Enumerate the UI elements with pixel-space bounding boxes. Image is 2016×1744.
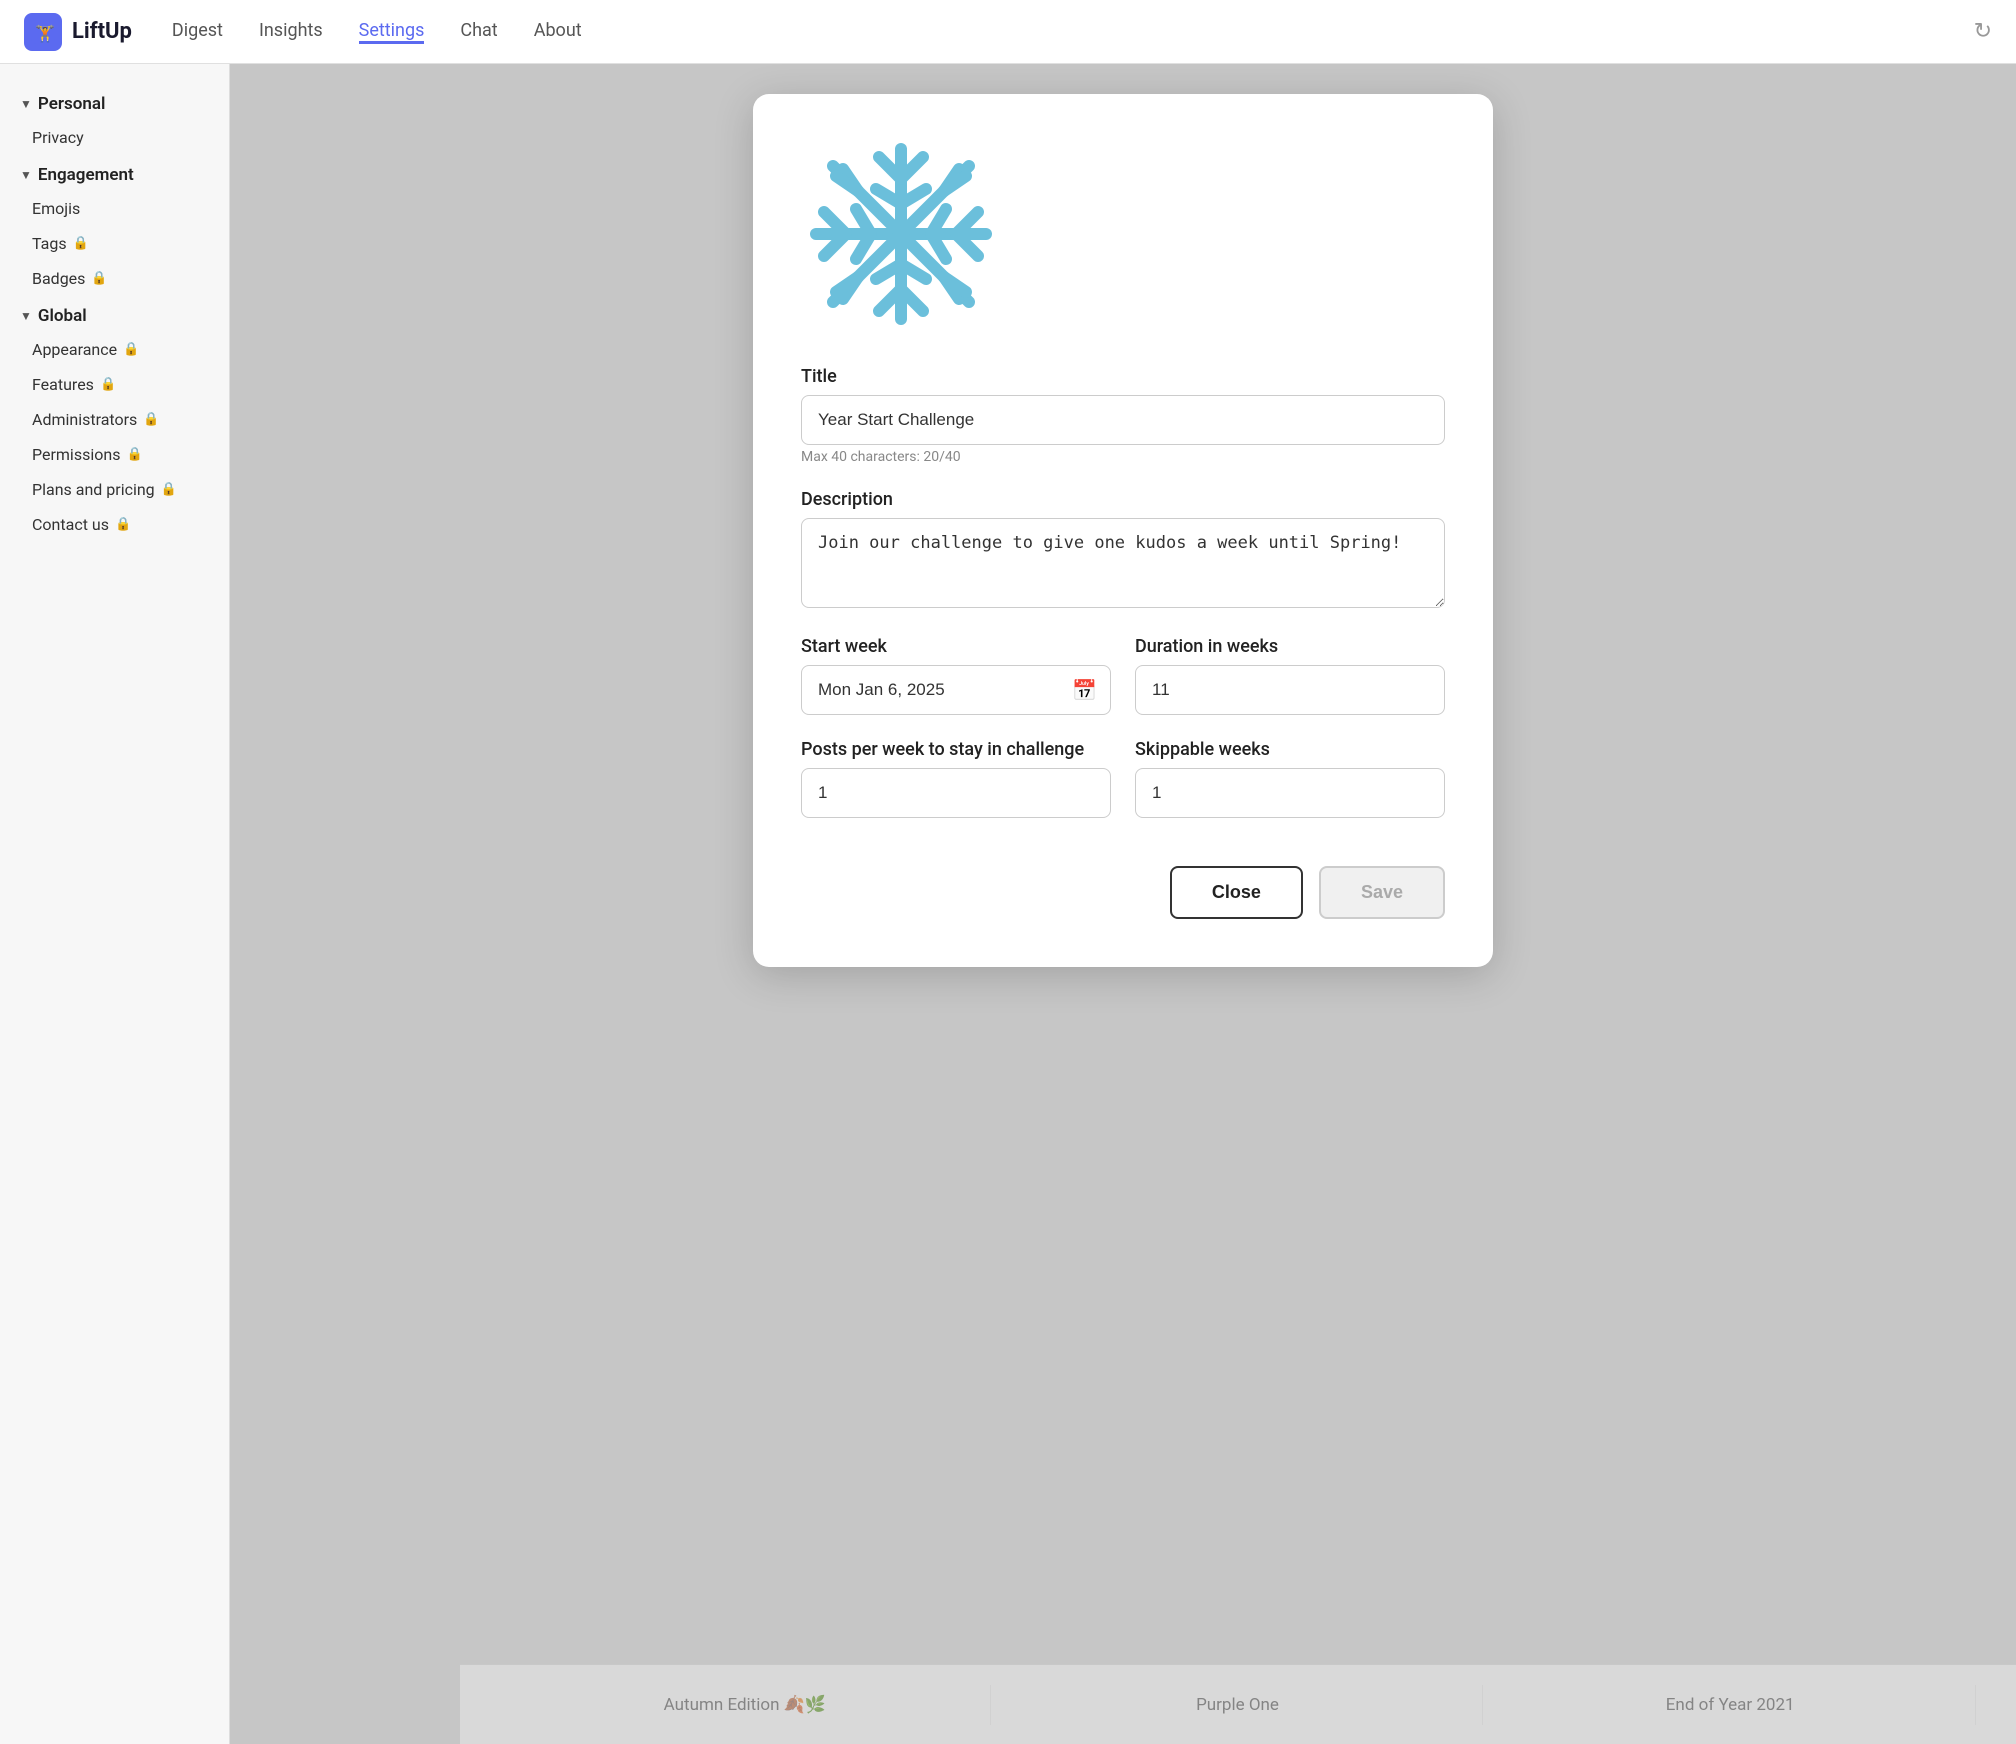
contact-lock-icon: 🔒 [115,517,131,532]
skippable-weeks-input[interactable] [1135,768,1445,818]
description-label: Description [801,489,1445,510]
start-week-group: Start week 📅 [801,636,1111,715]
personal-label: Personal [38,94,105,114]
page-layout: ▼ Personal Privacy ▼ Engagement Emojis T… [0,64,2016,1744]
char-count: Max 40 characters: 20/40 [801,449,1445,465]
main-content: Title Max 40 characters: 20/40 Descripti… [230,64,2016,1744]
sidebar-item-administrators[interactable]: Administrators 🔒 [0,402,229,437]
features-lock-icon: 🔒 [100,377,116,392]
permissions-label: Permissions [32,445,120,464]
posts-per-week-group: Posts per week to stay in challenge [801,739,1111,818]
sidebar-section-global[interactable]: ▼ Global [0,296,229,332]
sidebar-item-contact-us[interactable]: Contact us 🔒 [0,507,229,542]
skippable-weeks-group: Skippable weeks [1135,739,1445,818]
title-label: Title [801,366,1445,387]
administrators-label: Administrators [32,410,137,429]
logo-text: LiftUp [72,19,132,44]
contact-us-label: Contact us [32,515,109,534]
plans-lock-icon: 🔒 [161,482,177,497]
duration-label: Duration in weeks [1135,636,1445,657]
personal-arrow: ▼ [20,97,32,111]
global-label: Global [38,306,87,326]
nav-items: Digest Insights Settings Chat About [172,20,582,44]
top-nav: 🏋 LiftUp Digest Insights Settings Chat A… [0,0,2016,64]
tags-lock-icon: 🔒 [73,236,89,251]
title-form-group: Title Max 40 characters: 20/40 [801,366,1445,465]
app-logo[interactable]: 🏋 LiftUp [24,13,132,51]
start-week-input-wrapper: 📅 [801,665,1111,715]
logo-icon: 🏋 [24,13,62,51]
plans-and-pricing-label: Plans and pricing [32,480,155,499]
sidebar-item-appearance[interactable]: Appearance 🔒 [0,332,229,367]
badges-label: Badges [32,269,85,288]
sidebar-item-emojis[interactable]: Emojis [0,191,229,226]
duration-group: Duration in weeks [1135,636,1445,715]
engagement-arrow: ▼ [20,168,32,182]
nav-item-digest[interactable]: Digest [172,20,223,43]
start-week-label: Start week [801,636,1111,657]
date-duration-row: Start week 📅 Duration in weeks [801,636,1445,715]
svg-text:🏋: 🏋 [35,24,55,43]
nav-item-settings[interactable]: Settings [359,20,425,44]
posts-skippable-row: Posts per week to stay in challenge Skip… [801,739,1445,818]
nav-item-about[interactable]: About [534,20,582,43]
modal-dialog: Title Max 40 characters: 20/40 Descripti… [753,94,1493,967]
modal-overlay: Title Max 40 characters: 20/40 Descripti… [230,64,2016,1744]
sidebar-item-plans-and-pricing[interactable]: Plans and pricing 🔒 [0,472,229,507]
snowflake-icon [801,134,1001,334]
engagement-label: Engagement [38,165,134,185]
refresh-icon[interactable]: ↻ [1974,19,1992,44]
sidebar-item-badges[interactable]: Badges 🔒 [0,261,229,296]
nav-right: ↻ [1974,19,1992,44]
tags-label: Tags [32,234,67,253]
start-week-input[interactable] [801,665,1111,715]
duration-input[interactable] [1135,665,1445,715]
nav-item-chat[interactable]: Chat [460,20,497,43]
global-arrow: ▼ [20,309,32,323]
modal-snowflake-container [801,134,1445,334]
posts-per-week-label: Posts per week to stay in challenge [801,739,1111,760]
nav-item-insights[interactable]: Insights [259,20,323,43]
sidebar: ▼ Personal Privacy ▼ Engagement Emojis T… [0,64,230,1744]
description-textarea[interactable] [801,518,1445,608]
save-button[interactable]: Save [1319,866,1445,919]
emojis-label: Emojis [32,199,80,218]
appearance-lock-icon: 🔒 [123,342,139,357]
privacy-label: Privacy [32,128,84,147]
administrators-lock-icon: 🔒 [143,412,159,427]
skippable-weeks-label: Skippable weeks [1135,739,1445,760]
sidebar-item-permissions[interactable]: Permissions 🔒 [0,437,229,472]
posts-per-week-input[interactable] [801,768,1111,818]
description-form-group: Description [801,489,1445,612]
sidebar-item-privacy[interactable]: Privacy [0,120,229,155]
permissions-lock-icon: 🔒 [126,447,142,462]
close-button[interactable]: Close [1170,866,1303,919]
sidebar-section-engagement[interactable]: ▼ Engagement [0,155,229,191]
appearance-label: Appearance [32,340,117,359]
title-input[interactable] [801,395,1445,445]
sidebar-item-tags[interactable]: Tags 🔒 [0,226,229,261]
sidebar-item-features[interactable]: Features 🔒 [0,367,229,402]
sidebar-section-personal[interactable]: ▼ Personal [0,84,229,120]
features-label: Features [32,375,94,394]
badges-lock-icon: 🔒 [91,271,107,286]
modal-footer: Close Save [801,866,1445,919]
